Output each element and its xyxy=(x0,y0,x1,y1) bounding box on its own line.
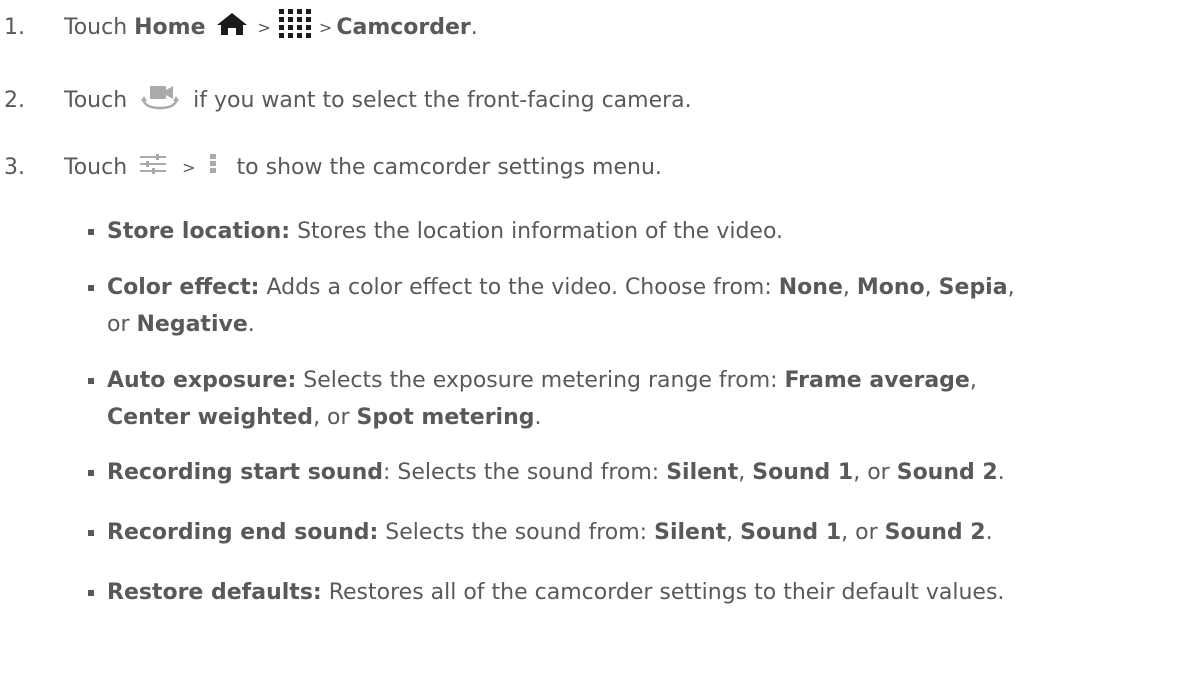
step-text: if you want to select the front-facing c… xyxy=(186,87,692,113)
item-label: Recording start sound xyxy=(107,460,383,485)
item-text: Adds a color effect to the video. Choose… xyxy=(259,275,779,300)
sep: , xyxy=(1007,275,1015,300)
option: Negative xyxy=(136,312,248,337)
item-label: Store location: xyxy=(107,219,291,244)
home-icon xyxy=(216,12,248,42)
list-item: Recording start sound: Selects the sound… xyxy=(107,458,1182,488)
bullet xyxy=(88,470,94,476)
sep: , xyxy=(726,520,741,545)
separator: > xyxy=(318,17,333,37)
bullet xyxy=(88,590,94,596)
sep: , xyxy=(738,460,753,485)
option: Sound 2 xyxy=(896,460,998,485)
step-number: 2. xyxy=(4,87,25,113)
option: None xyxy=(778,275,843,300)
option: Spot metering xyxy=(356,405,535,430)
sep: , or xyxy=(313,405,357,430)
sep: , xyxy=(924,275,939,300)
document-page: 1. Touch Home > > Camcorder . 2. Touch i… xyxy=(0,0,1182,678)
home-label: Home xyxy=(134,14,206,40)
period: . xyxy=(997,460,1005,485)
period: . xyxy=(470,14,478,40)
item-text: Selects the exposure metering range from… xyxy=(296,368,785,393)
camcorder-label: Camcorder xyxy=(336,14,471,40)
item-text: Restores all of the camcorder settings t… xyxy=(321,580,1005,605)
list-item: Store location: Stores the location info… xyxy=(107,217,1182,247)
separator: > xyxy=(182,157,196,177)
step-text: to show the camcorder settings menu. xyxy=(229,154,662,180)
step-text: Touch xyxy=(64,87,135,113)
sep: , xyxy=(842,275,857,300)
step-2: 2. Touch if you want to select the front… xyxy=(0,80,692,120)
list-item: Recording end sound: Selects the sound f… xyxy=(107,518,1182,548)
option: Sound 2 xyxy=(884,520,986,545)
item-text: Selects the sound from: xyxy=(378,520,655,545)
sep: , xyxy=(969,368,977,393)
sep: , or xyxy=(853,460,897,485)
option: Frame average xyxy=(784,368,970,393)
step-text: Touch xyxy=(64,154,135,180)
option: Silent xyxy=(654,520,727,545)
item-label: Auto exposure: xyxy=(107,368,297,393)
bullet xyxy=(88,229,94,235)
option: Mono xyxy=(856,275,925,300)
apps-grid-icon xyxy=(278,9,311,45)
item-label: Color effect: xyxy=(107,275,260,300)
option: Silent xyxy=(666,460,739,485)
step-1: 1. Touch Home > > Camcorder . xyxy=(0,7,478,47)
period: . xyxy=(247,312,255,337)
item-label: Recording end sound: xyxy=(107,520,379,545)
option: Sound 1 xyxy=(740,520,842,545)
period: . xyxy=(534,405,542,430)
item-text: : Selects the sound from: xyxy=(383,460,667,485)
item-text: or xyxy=(107,312,137,337)
sep: , or xyxy=(841,520,885,545)
period: . xyxy=(985,520,993,545)
overflow-menu-icon xyxy=(209,152,216,182)
settings-sliders-icon xyxy=(140,153,167,181)
item-label: Restore defaults: xyxy=(107,580,322,605)
step-text: Touch xyxy=(64,14,135,40)
list-item: Restore defaults: Restores all of the ca… xyxy=(107,578,1182,608)
item-text: Stores the location information of the v… xyxy=(290,219,784,244)
list-item: Color effect: Adds a color effect to the… xyxy=(107,273,1182,340)
separator: > xyxy=(257,17,271,37)
switch-camera-icon xyxy=(140,83,180,117)
option: Center weighted xyxy=(107,405,314,430)
option: Sound 1 xyxy=(752,460,854,485)
bullet xyxy=(88,285,94,291)
step-number: 1. xyxy=(4,14,25,40)
bullet xyxy=(88,378,94,384)
step-number: 3. xyxy=(4,154,25,180)
bullet xyxy=(88,530,94,536)
step-3: 3. Touch > to show the camcorder setting… xyxy=(0,147,662,187)
list-item: Auto exposure: Selects the exposure mete… xyxy=(107,366,1182,433)
option: Sepia xyxy=(938,275,1008,300)
